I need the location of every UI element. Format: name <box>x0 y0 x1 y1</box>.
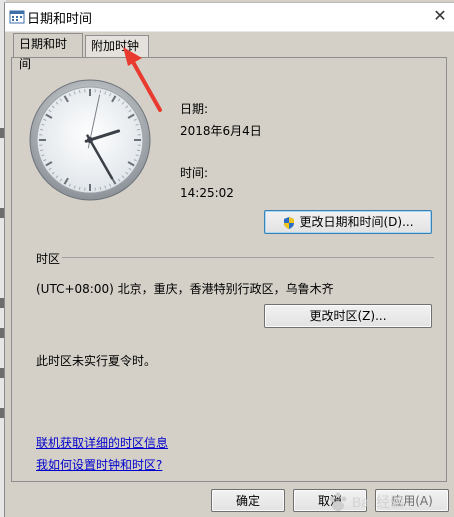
online-timezone-info-link[interactable]: 联机获取详细的时区信息 <box>36 434 168 451</box>
close-icon[interactable]: ✕ <box>428 7 452 25</box>
how-to-set-clock-link[interactable]: 我如何设置时钟和时区? <box>36 456 162 473</box>
datetime-app-icon <box>9 10 25 24</box>
baidu-watermark-logo: Bai 经验 <box>329 492 404 511</box>
title-bar: 日期和时间 ✕ <box>5 3 454 32</box>
timezone-divider <box>62 257 434 258</box>
time-value: 14:25:02 <box>180 186 234 200</box>
timezone-section-label: 时区 <box>36 252 61 266</box>
tab-additional-clocks[interactable]: 附加时钟 <box>85 35 149 57</box>
clock-center-pin <box>87 137 93 143</box>
change-date-time-label: 更改日期和时间(D)... <box>299 215 414 229</box>
window-title: 日期和时间 <box>27 12 93 27</box>
tab-date-time[interactable]: 日期和时间 <box>13 33 83 71</box>
tab-panel-date-time: 日期: 2018年6月4日 时间: 14:25:02 更改日期和时间(D)...… <box>11 57 447 482</box>
change-timezone-button[interactable]: 更改时区(Z)... <box>264 304 432 328</box>
shield-icon <box>284 216 295 229</box>
clock-minute-tick <box>40 149 44 152</box>
clock-minute-tick <box>40 128 44 131</box>
date-time-dialog: 日期和时间 ✕ 日期和时间 附加时钟 日期: 2018年6月4日 时间: 14:… <box>4 2 454 517</box>
svg-text:Bai 经验: Bai 经验 <box>352 494 404 510</box>
clock-minute-tick <box>136 149 140 152</box>
clock-minute-tick <box>78 186 81 190</box>
date-label: 日期: <box>180 102 209 116</box>
change-date-time-button[interactable]: 更改日期和时间(D)... <box>264 210 432 234</box>
analog-clock <box>29 79 151 201</box>
ok-button[interactable]: 确定 <box>211 489 285 512</box>
date-value: 2018年6月4日 <box>180 124 262 138</box>
timezone-value: (UTC+08:00) 北京，重庆，香港特别行政区，乌鲁木齐 <box>36 282 334 296</box>
clock-minute-tick <box>99 186 102 190</box>
dst-note: 此时区未实行夏令时。 <box>36 354 157 368</box>
clock-minute-tick <box>99 90 102 94</box>
clock-minute-tick <box>136 128 140 131</box>
time-label: 时间: <box>180 166 209 180</box>
clock-minute-tick <box>78 90 81 94</box>
